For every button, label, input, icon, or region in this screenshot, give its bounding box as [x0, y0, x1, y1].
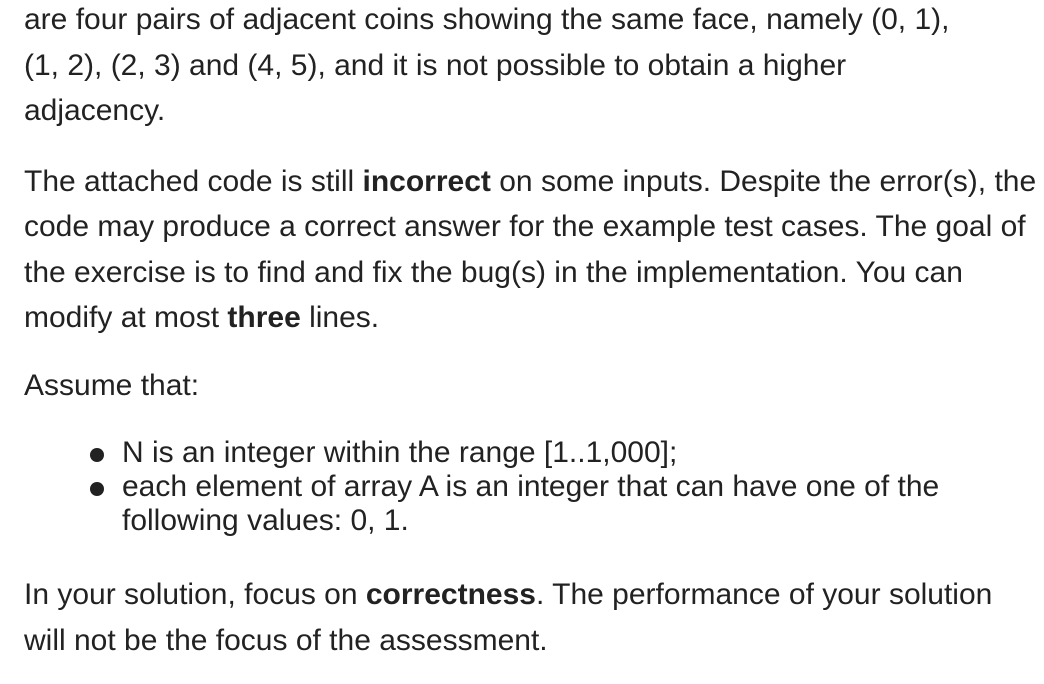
assumption-text: N is an integer within the range [1..1,0…: [122, 436, 678, 469]
assume-heading: Assume that:: [24, 368, 200, 402]
assumption-item: N is an integer within the range [1..1,0…: [90, 436, 970, 470]
intro-line-2: (1, 2), (2, 3) and (4, 5), and it is not…: [24, 48, 847, 82]
task-bold-incorrect: incorrect: [362, 164, 491, 198]
intro-paragraph: are four pairs of adjacent coins showing…: [24, 0, 1038, 134]
task-text-3: lines.: [300, 301, 380, 334]
assumption-item: each element of array A is an integer th…: [90, 470, 970, 538]
focus-text-1: In your solution, focus on: [24, 578, 366, 611]
task-bold-three: three: [227, 301, 301, 334]
assumption-text: each element of array A is an integer th…: [122, 470, 940, 537]
bullet-icon: [90, 482, 104, 496]
task-paragraph: The attached code is still incorrect on …: [24, 159, 1038, 341]
intro-line-1: are four pairs of adjacent coins showing…: [24, 3, 950, 36]
assumption-list: N is an integer within the range [1..1,0…: [90, 436, 970, 538]
focus-paragraph: In your solution, focus on correctness. …: [24, 572, 1038, 663]
bullet-icon: [90, 448, 104, 462]
focus-bold-correctness: correctness: [365, 578, 536, 611]
task-text-1: The attached code is still: [24, 164, 363, 198]
problem-statement: are four pairs of adjacent coins showing…: [24, 0, 1038, 663]
intro-line-3: adjacency.: [24, 94, 166, 127]
